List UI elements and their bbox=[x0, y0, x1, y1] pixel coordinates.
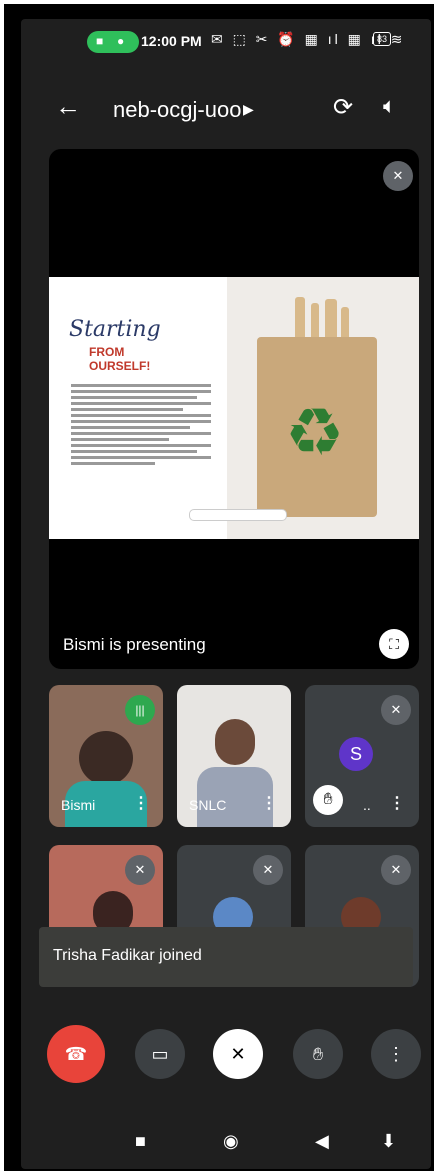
participant-tile-s[interactable]: ✕ S ✋︎ .. ⋮ bbox=[305, 685, 419, 827]
slide-search-bar bbox=[189, 509, 287, 521]
recents-icon[interactable]: ■ bbox=[135, 1131, 146, 1152]
participant-video bbox=[79, 731, 133, 785]
mic-toggle-button[interactable]: ✕ bbox=[213, 1029, 263, 1079]
back-icon[interactable]: ◀ bbox=[315, 1131, 329, 1152]
end-call-button[interactable]: ☎ bbox=[47, 1025, 105, 1083]
fullscreen-icon[interactable]: ⛶ bbox=[379, 629, 409, 659]
switch-camera-icon[interactable]: ⟳ bbox=[333, 93, 353, 122]
more-options-icon[interactable]: ⋮ bbox=[389, 793, 405, 813]
presenting-label: Bismi is presenting bbox=[63, 635, 206, 654]
mic-icon: ● bbox=[117, 34, 125, 48]
phone-frame: ■ ● 12:00 PM ✉ ⬚ ✂ ⏰ ▦ ıl ▦ ıl ≋ 83 ← ne… bbox=[4, 4, 434, 1171]
participant-name: Bismi bbox=[61, 797, 96, 813]
meet-screen: ■ ● 12:00 PM ✉ ⬚ ✂ ⏰ ▦ ıl ▦ ıl ≋ 83 ← ne… bbox=[21, 19, 431, 1169]
participant-tile-snlc[interactable]: SNLC ⋮ bbox=[177, 685, 291, 827]
camera-toggle-button[interactable]: ▭ bbox=[135, 1029, 185, 1079]
status-time: 12:00 PM bbox=[141, 33, 202, 49]
toast-message: Trisha Fadikar joined bbox=[53, 947, 202, 964]
speaker-icon[interactable]: 🔈︎ bbox=[383, 93, 396, 119]
participant-video bbox=[215, 719, 255, 765]
join-toast: Trisha Fadikar joined bbox=[39, 927, 413, 987]
status-bar: ■ ● 12:00 PM ✉ ⬚ ✂ ⏰ ▦ ıl ▦ ıl ≋ 83 bbox=[21, 19, 431, 61]
back-arrow-icon[interactable]: ← bbox=[55, 91, 81, 122]
mic-off-icon: ✕ bbox=[253, 855, 283, 885]
mic-off-icon: ✕ bbox=[125, 855, 155, 885]
meeting-code[interactable]: neb-ocgj-uoo bbox=[113, 97, 241, 123]
avatar: S bbox=[339, 737, 373, 771]
more-options-icon[interactable]: ⋮ bbox=[133, 793, 149, 813]
mic-off-icon: ✕ bbox=[383, 161, 413, 191]
participant-name: .. bbox=[363, 797, 371, 813]
chevron-right-icon[interactable]: ▶ bbox=[243, 101, 254, 118]
raised-hand-icon: ✋︎ bbox=[313, 785, 343, 815]
recording-indicator: ■ ● bbox=[87, 31, 139, 53]
mic-off-icon: ✕ bbox=[381, 695, 411, 725]
slide-bullet-text bbox=[71, 381, 211, 468]
mic-off-icon: ✕ bbox=[381, 855, 411, 885]
home-icon[interactable]: ◉ bbox=[223, 1131, 239, 1152]
more-options-button[interactable]: ⋮ bbox=[371, 1029, 421, 1079]
slide-title-line2: OURSELF! bbox=[89, 359, 151, 373]
speaking-icon: ||| bbox=[125, 695, 155, 725]
nav-down-icon[interactable]: ⬇ bbox=[381, 1131, 396, 1152]
slide-text-panel: Starting FROM OURSELF! bbox=[49, 277, 227, 539]
more-options-icon[interactable]: ⋮ bbox=[261, 793, 277, 813]
shared-slide: Starting FROM OURSELF! ♻ bbox=[49, 277, 419, 539]
raise-hand-button[interactable]: ✋︎ bbox=[293, 1029, 343, 1079]
battery-indicator: 83 bbox=[373, 32, 392, 46]
camera-icon: ■ bbox=[96, 34, 104, 48]
slide-title-line1: FROM bbox=[89, 345, 125, 359]
system-nav-bar: ■ ◉ ◀ ⬇ bbox=[21, 1119, 431, 1169]
slide-image-panel: ♻ bbox=[227, 277, 419, 539]
presentation-tile[interactable]: ✕ Starting FROM OURSELF! ♻ Bismi is pres… bbox=[49, 149, 419, 669]
recycle-icon: ♻ bbox=[285, 395, 345, 469]
participant-name: SNLC bbox=[189, 797, 227, 813]
top-bar: ← neb-ocgj-uoo ▶ ⟳ 🔈︎ bbox=[21, 77, 431, 137]
participant-tile-bismi[interactable]: ||| Bismi ⋮ bbox=[49, 685, 163, 827]
slide-title-script: Starting bbox=[69, 317, 161, 342]
